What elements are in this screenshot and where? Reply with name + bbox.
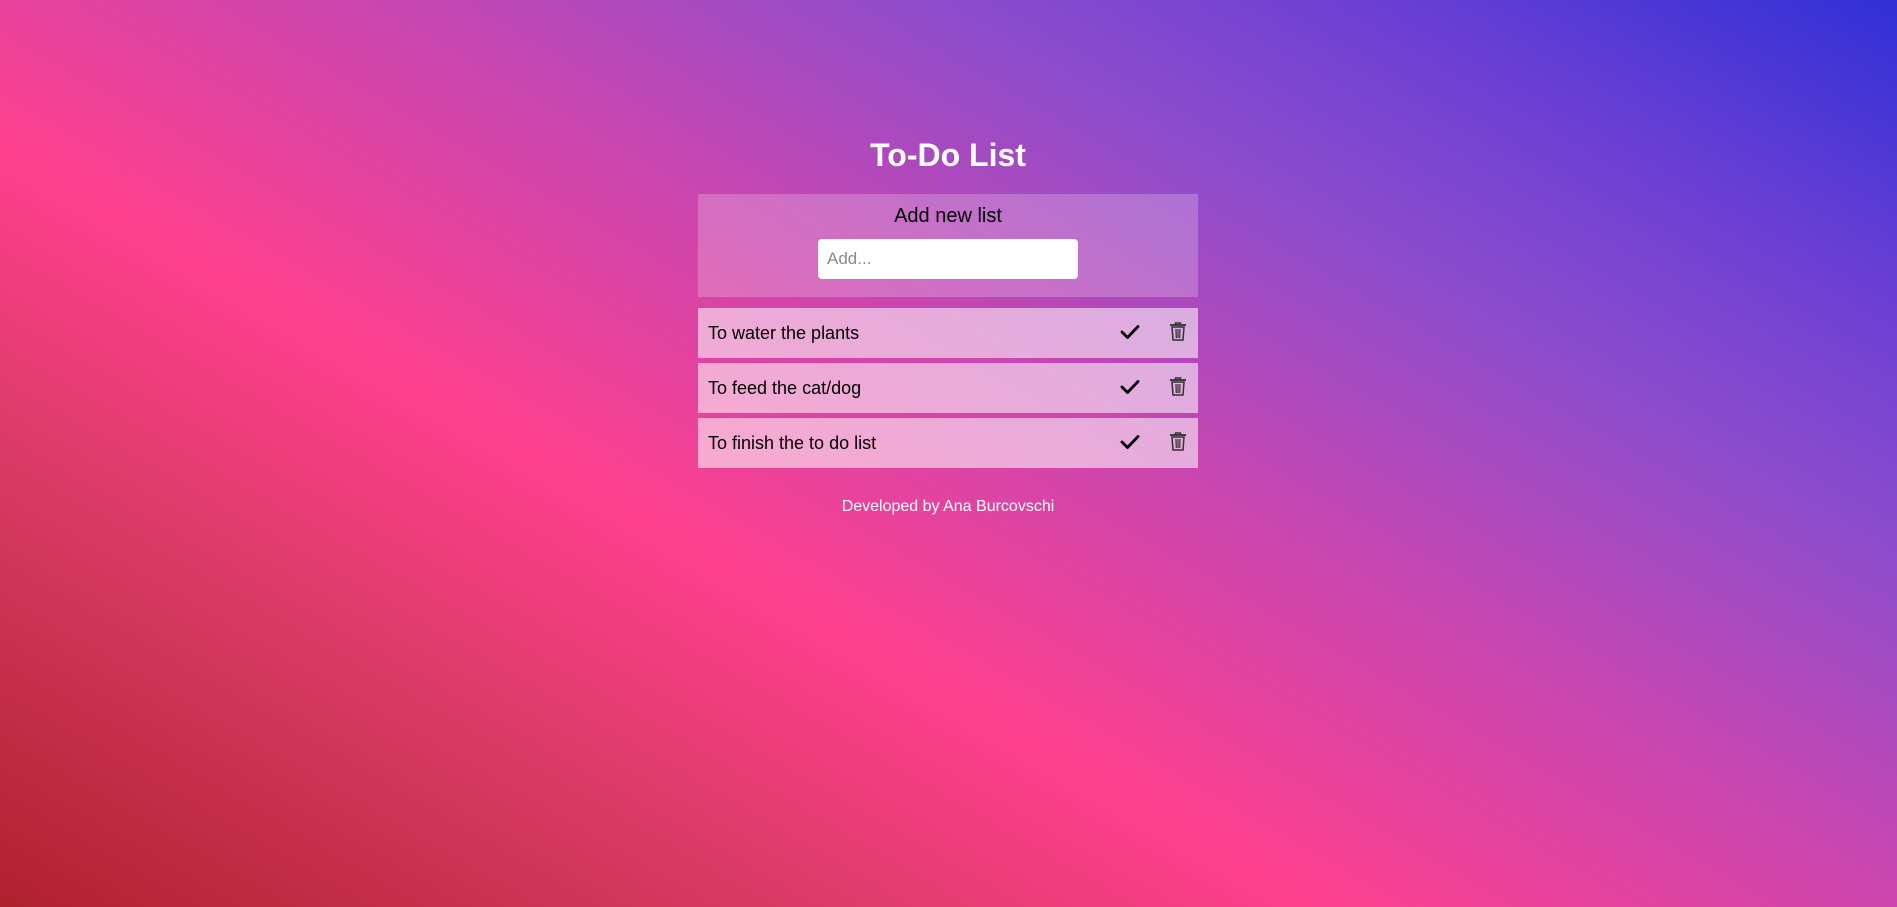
add-todo-input[interactable] [818,239,1078,279]
complete-button[interactable] [1110,363,1150,413]
complete-button[interactable] [1110,308,1150,358]
add-list-heading: Add new list [894,205,1002,227]
todo-app: To-Do List Add new list To water the pla… [698,135,1198,516]
page-title: To-Do List [870,137,1026,173]
add-list-panel: Add new list [698,194,1198,297]
todo-item: To water the plants [698,308,1198,358]
trash-icon [1169,377,1187,399]
todo-list: To water the plants To feed the cat/dog [698,308,1198,468]
checkmark-icon [1120,434,1140,453]
todo-item: To feed the cat/dog [698,363,1198,413]
complete-button[interactable] [1110,418,1150,468]
footer-credit: Developed by Ana Burcovschi [841,498,1055,515]
checkmark-icon [1120,324,1140,343]
trash-icon [1169,432,1187,454]
delete-button[interactable] [1158,418,1198,468]
todo-item: To finish the to do list [698,418,1198,468]
delete-button[interactable] [1158,308,1198,358]
delete-button[interactable] [1158,363,1198,413]
checkmark-icon [1120,379,1140,398]
trash-icon [1169,322,1187,344]
